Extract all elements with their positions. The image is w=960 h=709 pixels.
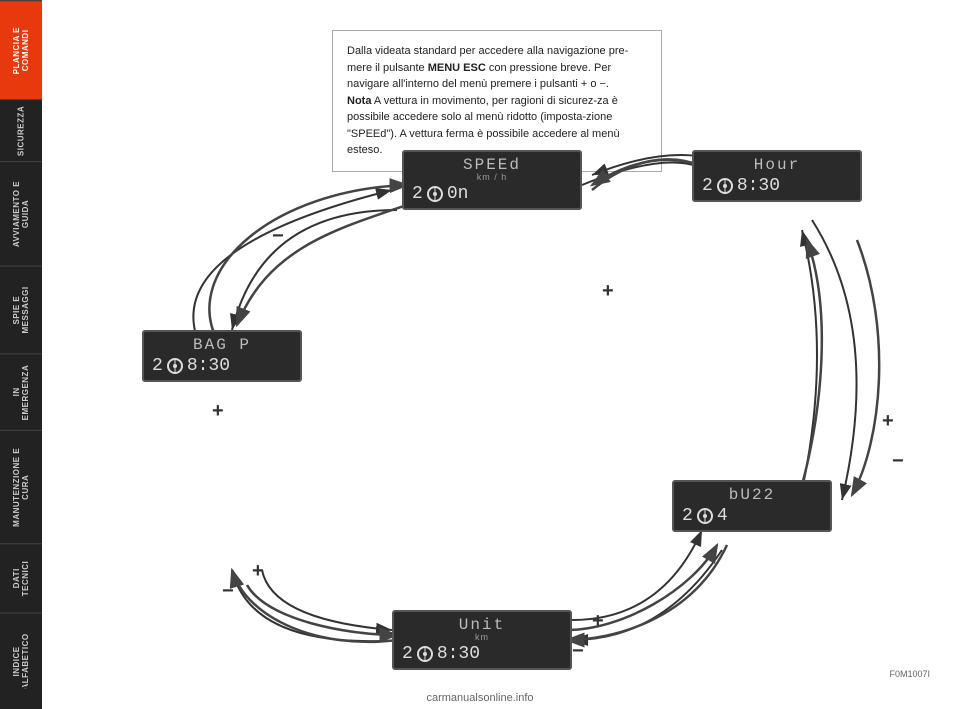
bagp-display: BAG P 2 8:30 <box>142 330 302 382</box>
diagram: − + + + − − + + − SPEEd km / h 2 0n Hour… <box>102 130 922 660</box>
speed-display: SPEEd km / h 2 0n <box>402 150 582 210</box>
sidebar-item-avviamento[interactable]: AVVIAMENTO E GUIDA <box>0 161 42 265</box>
bagp-value: 2 8:30 <box>152 356 292 376</box>
buzz-display: bU22 2 4 <box>672 480 832 532</box>
unit-value: 2 8:30 <box>402 644 562 664</box>
hour-value: 2 8:30 <box>702 176 852 196</box>
plus-label-bottom-center: + <box>592 610 604 633</box>
steering-icon-hour <box>717 178 733 194</box>
steering-icon-speed <box>427 186 443 202</box>
plus-label-left-mid: + <box>212 400 224 423</box>
speed-value: 2 0n <box>412 184 572 204</box>
minus-label-right: − <box>892 450 904 473</box>
steering-icon-bagp <box>167 358 183 374</box>
hour-prefix: 2 <box>702 176 713 196</box>
sidebar-item-spie[interactable]: SPIE E MESSAGGI <box>0 266 42 354</box>
bagp-title: BAG P <box>152 336 292 354</box>
speed-val: 0n <box>447 184 469 204</box>
info-note-label: Nota <box>347 95 371 107</box>
sidebar-item-emergenza[interactable]: IN EMERGENZA <box>0 353 42 430</box>
hour-val: 8:30 <box>737 176 780 196</box>
speed-prefix: 2 <box>412 184 423 204</box>
bagp-val: 8:30 <box>187 356 230 376</box>
sidebar: PLANCIA E COMANDI SICUREZZA AVVIAMENTO E… <box>0 0 42 709</box>
footer-ref: F0M1007I <box>889 669 930 679</box>
buzz-title: bU22 <box>682 486 822 504</box>
plus-label-right: + <box>882 410 894 433</box>
page-number: 18 <box>0 683 42 699</box>
sidebar-item-sicurezza[interactable]: SICUREZZA <box>0 99 42 161</box>
hour-title: Hour <box>702 156 852 174</box>
buzz-prefix: 2 <box>682 506 693 526</box>
hour-display: Hour 2 8:30 <box>692 150 862 202</box>
buzz-val: 4 <box>717 506 728 526</box>
steering-icon-buzz <box>697 508 713 524</box>
unit-prefix: 2 <box>402 644 413 664</box>
sidebar-item-manutenzione[interactable]: MANUTENZIONE E CURA <box>0 430 42 543</box>
sidebar-item-dati[interactable]: DATI TECNICI <box>0 543 42 612</box>
steering-icon-unit <box>417 646 433 662</box>
buzz-value: 2 4 <box>682 506 822 526</box>
minus-label-bottom-left: − <box>222 580 234 603</box>
bagp-prefix: 2 <box>152 356 163 376</box>
unit-val: 8:30 <box>437 644 480 664</box>
plus-label-right-top: + <box>602 280 614 303</box>
plus-label-bottom-left: + <box>252 560 264 583</box>
carmanuals-footer: carmanualsonline.info <box>426 692 533 704</box>
info-bold-text: MENU ESC <box>428 62 486 74</box>
speed-subtitle: km / h <box>412 172 572 182</box>
minus-label-left-top: − <box>272 225 284 248</box>
unit-subtitle: km <box>402 632 562 642</box>
sidebar-item-plancia[interactable]: PLANCIA E COMANDI <box>0 0 42 99</box>
minus-label-bottom-center: − <box>572 640 584 663</box>
unit-display: Unit km 2 8:30 <box>392 610 572 670</box>
main-content: Dalla videata standard per accedere alla… <box>42 0 960 709</box>
